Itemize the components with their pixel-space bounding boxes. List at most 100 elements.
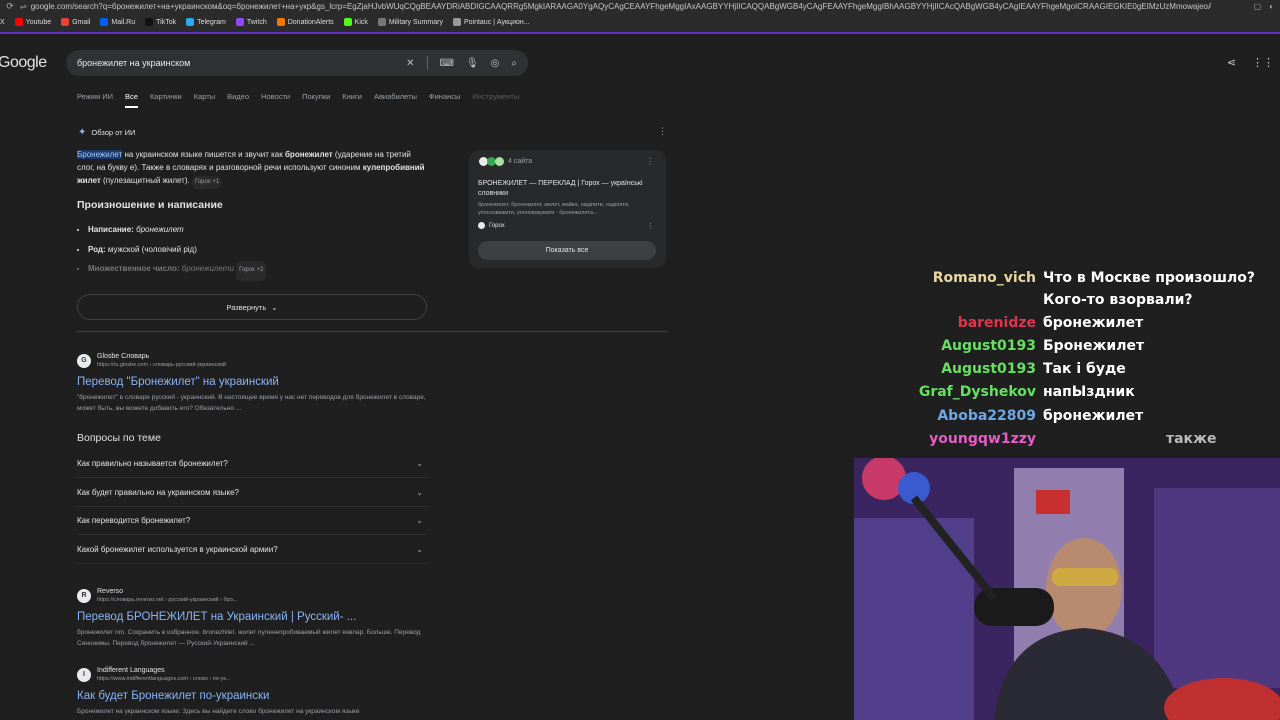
show-all-button[interactable]: Показать все: [478, 241, 656, 260]
tab-item[interactable]: Видео: [227, 92, 249, 108]
bookmark-icon: [377, 18, 386, 26]
apps-icon[interactable]: ⋮⋮: [1252, 56, 1274, 69]
result-site[interactable]: G Glosbe Словарь https://ru.glosbe.com ›…: [77, 352, 427, 369]
ai-overview-title: Обзор от ИИ: [91, 128, 136, 137]
chat-username: youngqw1zzy: [929, 431, 1036, 447]
favicon-icon: I: [77, 667, 91, 682]
url-text[interactable]: google.com/search?q=бронежилет+на+украин…: [31, 2, 1211, 11]
related-questions-title: Вопросы по теме: [77, 432, 161, 444]
ai-overview-header: ✦ Обзор от ИИ: [78, 127, 135, 138]
extension-icon[interactable]: ▢: [1254, 2, 1262, 11]
divider: [426, 56, 428, 70]
more-options-icon[interactable]: ⋮: [647, 222, 654, 230]
webcam-scene: [854, 458, 1280, 720]
site-url: https://ru.glosbe.com › словарь-русский-…: [97, 362, 226, 368]
bookmark-item[interactable]: Twitch: [235, 18, 267, 26]
site-info-icon[interactable]: ⇌: [20, 2, 27, 11]
clear-icon[interactable]: ✕: [406, 58, 414, 69]
ai-overview-text: Бронежилет на украинском языке пишется и…: [77, 148, 427, 189]
related-question[interactable]: Как будет правильно на украинском языке?…: [77, 479, 427, 507]
source-title[interactable]: БРОНЕЖИЛЕТ — ПЕРЕКЛАД | Горох — українсь…: [478, 179, 658, 199]
related-question[interactable]: Как правильно называется бронежилет? ⌄: [77, 450, 427, 478]
chevron-down-icon: ⌄: [271, 302, 278, 312]
tab-item[interactable]: Финансы: [429, 92, 461, 108]
search-result: I Indifferent Languages https://www.indi…: [77, 666, 427, 717]
bookmark-item[interactable]: Military Summary: [377, 18, 443, 26]
label: Написание:: [88, 225, 134, 234]
result-title-link[interactable]: Перевод "Бронежилет" на украинский: [77, 375, 427, 389]
tab-item[interactable]: Книги: [342, 92, 362, 108]
bookmark-item[interactable]: Kick: [343, 18, 368, 26]
bookmark-item[interactable]: X: [0, 19, 5, 26]
related-question[interactable]: Как переводится бронежилет? ⌄: [77, 507, 427, 535]
reload-icon[interactable]: ⟳: [0, 1, 20, 12]
related-question[interactable]: Какой бронежилет используется в украинск…: [77, 536, 427, 564]
lens-icon[interactable]: ◎: [491, 58, 500, 69]
search-input[interactable]: бронежилет на украинском: [77, 58, 406, 68]
bookmark-label: DonationAlerts: [287, 18, 334, 26]
bookmark-item[interactable]: Youtube: [14, 18, 51, 26]
result-site[interactable]: I Indifferent Languages https://www.indi…: [77, 666, 427, 683]
chat-message: также: [1166, 431, 1217, 447]
chat-username: Graf_Dyshekov: [918, 384, 1036, 400]
bookmark-item[interactable]: Pointauc | Аукцион...: [452, 18, 530, 26]
divider: [77, 331, 667, 332]
more-options-icon[interactable]: ⋮: [658, 126, 667, 137]
result-snippet: Бронежилет на украинском языке: Здесь вы…: [77, 708, 360, 715]
source-chip[interactable]: Горох +2: [236, 261, 267, 281]
site-name: Glosbe Словарь: [97, 353, 150, 360]
tab-item[interactable]: Авиабилеты: [374, 92, 417, 108]
tab-item[interactable]: Инструменты: [472, 92, 519, 108]
bookmark-icon: [452, 18, 461, 26]
bookmark-item[interactable]: Mail.Ru: [100, 18, 135, 26]
sources-count: 4 сайта: [508, 158, 533, 165]
question-text: Как будет правильно на украинском языке?: [77, 487, 239, 497]
result-title-link[interactable]: Перевод БРОНЕЖИЛЕТ на Украинский | Русск…: [77, 610, 427, 624]
expand-button[interactable]: Развернуть ⌄: [77, 294, 427, 320]
chevron-down-icon: ⌄: [416, 487, 423, 497]
mic-icon[interactable]: 🎙: [466, 58, 479, 69]
keyboard-icon[interactable]: ⌨: [440, 58, 454, 69]
source-chip[interactable]: Горох +1: [191, 176, 223, 189]
chat-username: barenidze: [957, 315, 1036, 331]
tab-item[interactable]: Режим ИИ: [77, 92, 113, 108]
search-box[interactable]: бронежилет на украинском ✕ ⌨ 🎙 ◎ ⌕: [66, 50, 528, 76]
google-logo[interactable]: Google: [0, 54, 47, 72]
result-snippet: бронежилет nm. Сохранить в избранное. br…: [77, 629, 421, 647]
profile-icon[interactable]: ◐: [1269, 2, 1274, 11]
bookmark-item[interactable]: TikTok: [145, 18, 176, 26]
site-url: https://словарь.reverso.net › русский-ук…: [97, 597, 238, 603]
tab-item[interactable]: Покупки: [302, 92, 330, 108]
bookmark-label: Kick: [354, 18, 368, 26]
question-text: Как правильно называется бронежилет?: [77, 459, 228, 468]
tab-item[interactable]: Все: [125, 92, 138, 108]
expand-label: Развернуть: [226, 302, 267, 312]
chevron-down-icon: ⌄: [416, 516, 423, 525]
label: Род:: [88, 244, 106, 254]
chat-message: Бронежилет: [1043, 338, 1145, 354]
list-item: Множественное число: бронежилети Горох +…: [88, 259, 267, 281]
tab-item[interactable]: Новости: [261, 92, 290, 108]
result-title-link[interactable]: Как будет Бронежилет по-украински: [77, 689, 427, 703]
bookmark-item[interactable]: Gmail: [61, 18, 90, 26]
address-bar[interactable]: ⟳ ⇌ google.com/search?q=бронежилет+на+ук…: [0, 0, 1280, 12]
favicon-icon: [478, 222, 485, 229]
tab-item[interactable]: Картинки: [150, 92, 182, 108]
bookmark-item[interactable]: DonationAlerts: [276, 18, 334, 26]
extensions-area: ▢ ◐: [1254, 2, 1280, 11]
bookmark-label: Mail.Ru: [111, 18, 136, 26]
bookmark-icon: [186, 18, 195, 26]
bold-term: бронежилет: [284, 150, 333, 159]
chat-username: Romano_vich: [932, 270, 1036, 286]
share-icon[interactable]: ⋖: [1227, 56, 1236, 69]
bookmark-item[interactable]: Telegram: [186, 18, 226, 26]
result-site[interactable]: R Reverso https://словарь.reverso.net › …: [77, 587, 427, 604]
more-options-icon[interactable]: ⋮: [646, 157, 654, 166]
tab-item[interactable]: Карты: [194, 92, 215, 108]
search-icon[interactable]: ⌕: [511, 58, 517, 69]
sources-header: 4 сайта: [479, 157, 532, 166]
chat-username: August0193: [941, 338, 1036, 354]
text: на украинском языке пишется и звучит как: [122, 150, 285, 159]
bookmark-label: Telegram: [197, 18, 226, 26]
search-result: R Reverso https://словарь.reverso.net › …: [77, 587, 427, 649]
